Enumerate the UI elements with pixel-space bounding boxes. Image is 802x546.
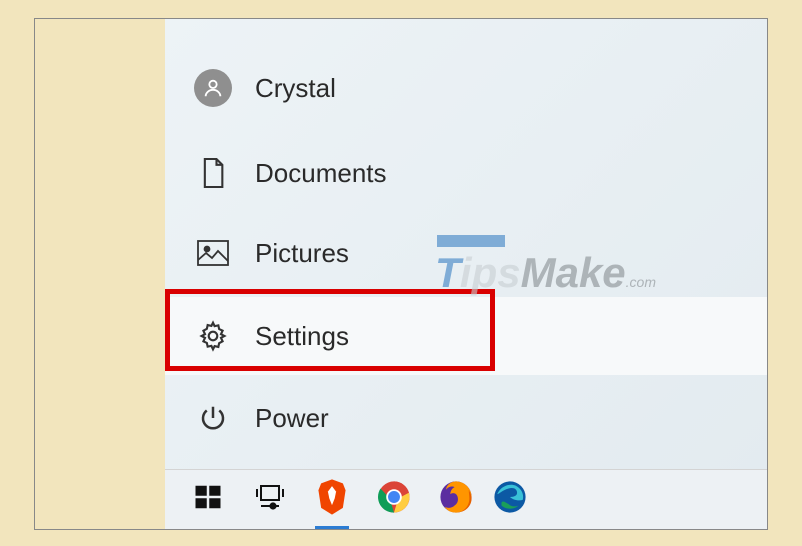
menu-label: Documents (255, 158, 387, 189)
task-view-button[interactable] (239, 470, 301, 530)
pictures-icon (185, 240, 241, 266)
menu-item-power[interactable]: Power (165, 379, 767, 457)
user-account-item[interactable]: Crystal (165, 49, 767, 127)
menu-label: Settings (255, 321, 349, 352)
taskbar-app-chrome[interactable] (363, 470, 425, 530)
edge-icon (493, 480, 527, 519)
menu-label: Pictures (255, 238, 349, 269)
start-menu-panel: Crystal Documents Pictures (165, 19, 767, 474)
menu-label: Power (255, 403, 329, 434)
taskbar-app-firefox[interactable] (425, 470, 487, 530)
menu-item-pictures[interactable]: Pictures (165, 214, 767, 292)
chrome-icon (377, 480, 411, 519)
document-icon (185, 156, 241, 190)
firefox-icon (439, 480, 473, 519)
start-button[interactable] (177, 470, 239, 530)
taskbar-app-brave[interactable] (301, 470, 363, 530)
task-view-icon (255, 484, 285, 515)
user-avatar (185, 69, 241, 107)
active-indicator (315, 526, 349, 529)
user-name-label: Crystal (255, 73, 336, 104)
brave-icon (315, 478, 349, 521)
gear-icon (185, 320, 241, 352)
taskbar (165, 469, 767, 529)
menu-item-documents[interactable]: Documents (165, 134, 767, 212)
menu-item-settings[interactable]: Settings (165, 297, 767, 375)
power-icon (185, 403, 241, 433)
windows-icon (193, 482, 223, 517)
taskbar-app-edge[interactable] (487, 470, 527, 530)
screenshot-frame: Crystal Documents Pictures (34, 18, 768, 530)
